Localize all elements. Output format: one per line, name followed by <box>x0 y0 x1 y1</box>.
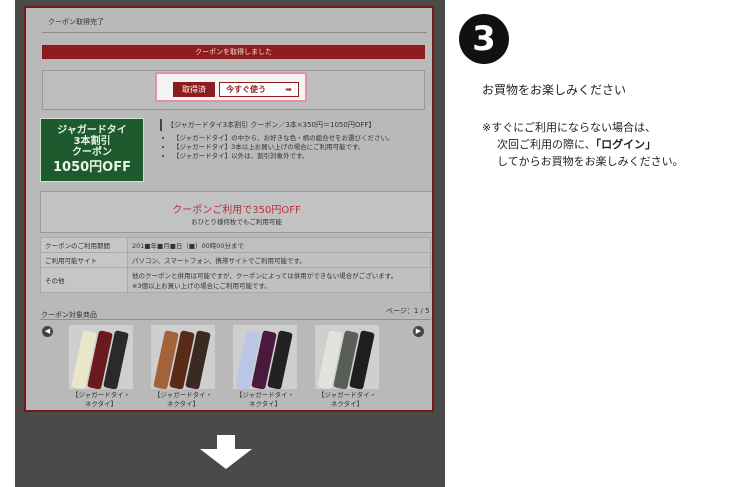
product-caption-line: 【ジャガードタイ・ <box>235 391 295 399</box>
coupon-badge: ジャガードタイ 3本割引 クーポン 1050円OFF <box>40 118 144 182</box>
coupon-title: 【ジャガードタイ3本割引 クーポン／3本×350円＝1050円OFF】 <box>167 121 376 129</box>
table-row: クーポンのご利用期間 201■年■月■日（■）00時00分まで <box>40 237 431 253</box>
info-key: ご利用可能サイト <box>40 252 128 268</box>
product-caption-line: 【ジャガードタイ・ <box>153 391 213 399</box>
products-page-indicator: ページ：1 / 5 <box>386 307 430 315</box>
arrow-down-icon <box>200 435 252 469</box>
product-caption-line: ネクタイ】 <box>166 400 200 408</box>
usage-main: クーポンご利用で350円OFF <box>172 205 301 216</box>
badge-line3: クーポン <box>72 147 112 158</box>
product-caption[interactable]: 【ジャガードタイ・ ネクタイ】 <box>312 391 382 409</box>
product-card[interactable]: 【ジャガードタイ・ ネクタイ】 <box>230 325 300 409</box>
use-now-button[interactable]: 今すぐ使う ➡ <box>219 82 299 97</box>
note-line1: ※すぐにご利用にならない場合は、 <box>482 121 656 134</box>
prev-circle-icon[interactable]: ◀ <box>42 326 53 337</box>
note-line2: 次回ご利用の際に、「ログイン」 <box>497 136 656 152</box>
note-line2-text: 次回ご利用の際に、 <box>497 138 596 151</box>
coupon-action-group: 取得済 今すぐ使う ➡ <box>155 72 307 102</box>
arrow-right-icon: ➡ <box>285 85 292 94</box>
product-caption[interactable]: 【ジャガードタイ・ ネクタイ】 <box>148 391 218 409</box>
login-emphasis: 「ログイン」 <box>595 138 657 151</box>
product-caption[interactable]: 【ジャガードタイ・ ネクタイ】 <box>66 391 136 409</box>
info-value: 他のクーポンと併用は可能ですが、クーポンによっては併用ができない場合がございます… <box>132 272 398 280</box>
badge-line2: 3本割引 <box>73 136 111 147</box>
divider <box>40 319 431 320</box>
list-item: 【ジャガードタイ】の中から、お好きな色・柄の組合せをお選びください。 <box>173 134 394 143</box>
acquired-badge: 取得済 <box>173 82 215 97</box>
product-image[interactable] <box>233 325 297 389</box>
note-line3: してからお買物をお楽しみください。 <box>497 155 684 168</box>
info-value-note: ※3個以上お買い上げの場合にご利用可能です。 <box>132 282 271 290</box>
list-item: 【ジャガードタイ】以外は、割引対象外です。 <box>173 152 394 161</box>
coupon-screen: クーポン取得完了 クーポンを取得しました 取得済 今すぐ使う ➡ ジャガードタイ… <box>24 6 434 412</box>
table-row: ご利用可能サイト パソコン、スマートフォン、携帯サイトでご利用可能です。 <box>40 252 431 268</box>
product-caption-line: 【ジャガードタイ・ <box>71 391 131 399</box>
product-caption-line: ネクタイ】 <box>330 400 364 408</box>
product-image[interactable] <box>69 325 133 389</box>
product-caption-line: ネクタイ】 <box>248 400 282 408</box>
info-key: クーポンのご利用期間 <box>40 237 128 253</box>
info-table: クーポンのご利用期間 201■年■月■日（■）00時00分まで ご利用可能サイト… <box>40 237 431 293</box>
product-card[interactable]: 【ジャガードタイ・ ネクタイ】 <box>312 325 382 409</box>
step-number-badge: 3 <box>459 14 509 64</box>
usage-sub: おひとり様何枚でもご利用可能 <box>191 218 282 226</box>
product-caption-line: ネクタイ】 <box>84 400 118 408</box>
info-key: その他 <box>40 267 128 293</box>
info-value-other: 他のクーポンと併用は可能ですが、クーポンによっては併用ができない場合がございます… <box>127 267 431 293</box>
table-row: その他 他のクーポンと併用は可能ですが、クーポンによっては併用ができない場合がご… <box>40 267 431 293</box>
product-caption[interactable]: 【ジャガードタイ・ ネクタイ】 <box>230 391 300 409</box>
success-banner: クーポンを取得しました <box>42 45 425 59</box>
title-marker <box>160 119 162 131</box>
condition-list: 【ジャガードタイ】の中から、お好きな色・柄の組合せをお選びください。 【ジャガー… <box>164 134 394 161</box>
product-card[interactable]: 【ジャガードタイ・ ネクタイ】 <box>66 325 136 409</box>
product-image[interactable] <box>315 325 379 389</box>
info-value: パソコン、スマートフォン、携帯サイトでご利用可能です。 <box>127 252 431 268</box>
product-image[interactable] <box>151 325 215 389</box>
product-caption-line: 【ジャガードタイ・ <box>317 391 377 399</box>
divider <box>42 32 427 33</box>
next-circle-icon[interactable]: ▶ <box>413 326 424 337</box>
badge-line1: ジャガードタイ <box>57 125 127 136</box>
badge-amount: 1050円OFF <box>53 160 131 175</box>
step-number: 3 <box>472 19 496 59</box>
breadcrumb: クーポン取得完了 <box>48 18 104 26</box>
info-value: 201■年■月■日（■）00時00分まで <box>127 237 431 253</box>
usage-box: クーポンご利用で350円OFF おひとり様何枚でもご利用可能 <box>40 191 432 233</box>
product-card[interactable]: 【ジャガードタイ・ ネクタイ】 <box>148 325 218 409</box>
use-now-label: 今すぐ使う <box>226 85 266 94</box>
enjoy-message: お買物をお楽しみください <box>482 83 627 97</box>
list-item: 【ジャガードタイ】3本以上お買い上げの場合にご利用可能です。 <box>173 143 394 152</box>
